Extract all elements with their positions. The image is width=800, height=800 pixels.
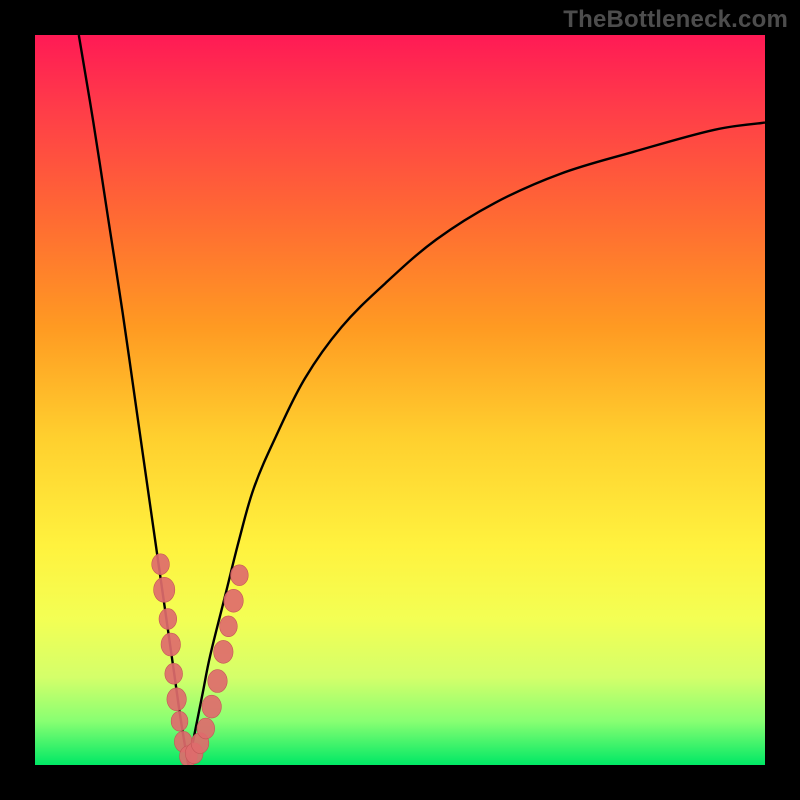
marker-dot	[208, 670, 227, 693]
marker-dot	[165, 663, 183, 684]
marker-dot	[159, 609, 177, 630]
chart-frame: TheBottleneck.com	[0, 0, 800, 800]
marker-dot	[161, 633, 180, 656]
marker-dot	[171, 711, 188, 731]
watermark-text: TheBottleneck.com	[563, 6, 788, 34]
marker-dot	[197, 718, 215, 739]
marker-dot	[224, 589, 243, 612]
marker-dot	[231, 565, 249, 586]
plot-area	[35, 35, 765, 765]
marker-dot	[214, 640, 233, 663]
marker-dot	[152, 554, 170, 575]
marker-dot	[154, 577, 175, 602]
marker-dot	[202, 695, 221, 718]
marker-dot	[167, 688, 186, 711]
chart-svg	[35, 35, 765, 765]
marker-dot	[220, 616, 238, 637]
